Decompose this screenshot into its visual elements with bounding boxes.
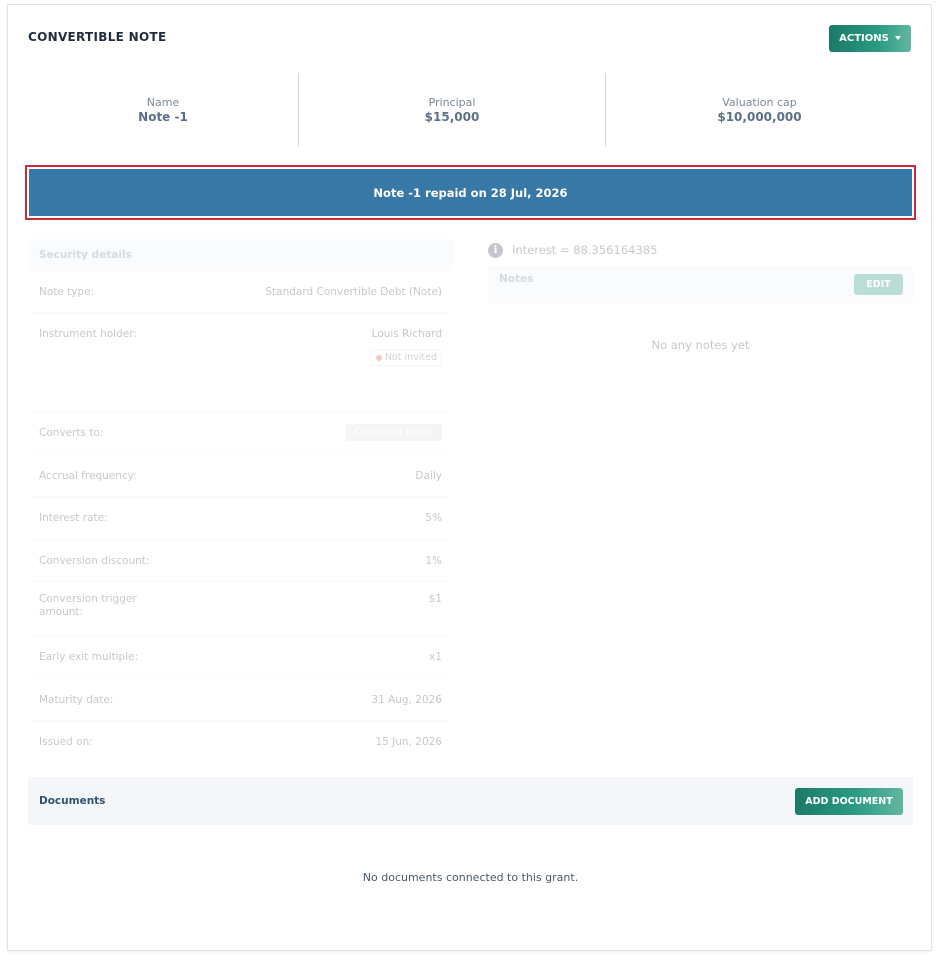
interest-text: Interest = 88.356164385 <box>512 243 658 257</box>
interest-info: i Interest = 88.356164385 <box>488 239 913 261</box>
detail-label: Early exit multiple: <box>39 651 139 663</box>
summary-valuation-cap: Valuation cap $10,000,000 <box>606 73 913 147</box>
badge-label: Not invited <box>384 352 437 363</box>
detail-row-conversion-trigger: Conversion trigger amount: $1 <box>28 582 453 636</box>
summary-value: $10,000,000 <box>717 110 802 124</box>
detail-row-maturity-date: Maturity date: 31 Aug, 2026 <box>28 679 453 721</box>
detail-value: Daily <box>415 470 442 482</box>
detail-row-note-type: Note type: Standard Convertible Debt (No… <box>28 271 453 313</box>
holder-value: Louis Richard Not invited <box>370 313 442 366</box>
summary-label: Name <box>146 96 180 109</box>
detail-value-wrap: Common stock <box>345 412 442 441</box>
actions-dropdown-button[interactable]: ACTIONS <box>829 25 911 52</box>
detail-row-instrument-holder: Instrument holder: Louis Richard Not inv… <box>28 313 453 412</box>
convertible-note-card: CONVERTIBLE NOTE ACTIONS Name Note -1 Pr… <box>7 4 932 951</box>
notes-panel: i Interest = 88.356164385 Notes EDIT No … <box>488 239 913 352</box>
detail-row-converts-to: Converts to: Common stock <box>28 412 453 455</box>
actions-label: ACTIONS <box>839 33 889 44</box>
detail-label: Interest rate: <box>39 512 108 524</box>
detail-label: Issued on: <box>39 736 93 748</box>
edit-notes-button[interactable]: EDIT <box>854 274 903 295</box>
summary-value: $15,000 <box>424 110 480 124</box>
documents-header: Documents ADD DOCUMENT <box>28 777 913 825</box>
info-icon: i <box>488 242 503 258</box>
converts-to-badge: Common stock <box>345 424 442 441</box>
summary-label: Principal <box>428 96 476 109</box>
add-document-button[interactable]: ADD DOCUMENT <box>795 787 903 815</box>
detail-row-issued-on: Issued on: 15 Jun, 2026 <box>28 721 453 763</box>
detail-label: Conversion trigger amount: <box>39 593 137 618</box>
detail-row-accrual-frequency: Accrual frequency: Daily <box>28 455 453 497</box>
security-details-title: Security details <box>28 239 453 271</box>
security-details-panel: Security details Note type: Standard Con… <box>28 239 453 763</box>
status-dot-icon <box>375 354 382 361</box>
repaid-banner: Note -1 repaid on 28 Jul, 2026 <box>29 169 912 216</box>
detail-row-interest-rate: Interest rate: 5% <box>28 497 453 540</box>
repaid-banner-highlight: Note -1 repaid on 28 Jul, 2026 <box>25 165 916 220</box>
detail-value: Standard Convertible Debt (Note) <box>265 286 442 298</box>
summary-name: Name Note -1 <box>28 73 299 147</box>
detail-value: 15 Jun, 2026 <box>375 736 442 748</box>
summary-principal: Principal $15,000 <box>299 73 606 147</box>
documents-empty-state: No documents connected to this grant. <box>362 871 579 884</box>
detail-value: 5% <box>425 512 442 524</box>
detail-label: Maturity date: <box>39 694 114 706</box>
page-title: CONVERTIBLE NOTE <box>28 30 167 44</box>
detail-row-conversion-discount: Conversion discount: 1% <box>28 540 453 582</box>
detail-row-early-exit-multiple: Early exit multiple: x1 <box>28 636 453 679</box>
detail-label: Accrual frequency: <box>39 470 137 482</box>
caret-down-icon <box>894 35 901 40</box>
detail-label: Converts to: <box>39 427 104 439</box>
detail-value: 31 Aug, 2026 <box>371 694 442 706</box>
detail-label: Instrument holder: <box>39 328 137 340</box>
detail-value: x1 <box>429 651 442 663</box>
summary-label: Valuation cap <box>722 96 797 109</box>
notes-header: Notes EDIT <box>488 266 913 303</box>
detail-label: Note type: <box>39 286 95 298</box>
detail-label: Conversion discount: <box>39 555 150 567</box>
detail-value: $1 <box>428 593 442 605</box>
holder-name: Louis Richard <box>371 328 442 340</box>
not-invited-badge: Not invited <box>370 349 442 366</box>
summary-value: Note -1 <box>138 110 188 124</box>
summary-stats: Name Note -1 Principal $15,000 Valuation… <box>28 73 913 147</box>
notes-title: Notes <box>499 273 534 285</box>
documents-title: Documents <box>39 795 106 807</box>
detail-value: 1% <box>425 555 442 567</box>
notes-empty-state: No any notes yet <box>651 338 750 352</box>
